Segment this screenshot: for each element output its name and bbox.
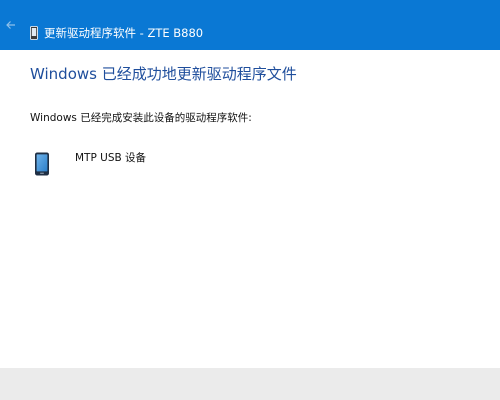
window-title: 更新驱动程序软件 - ZTE B880 [44, 26, 204, 40]
installed-device: MTP USB 设备 [30, 146, 330, 182]
back-button[interactable] [0, 0, 22, 50]
back-arrow-icon [6, 21, 15, 29]
completion-message: Windows 已经完成安装此设备的驱动程序软件: [30, 112, 252, 124]
footer-bar [0, 368, 500, 400]
mobile-device-icon [35, 152, 49, 176]
phone-icon [30, 26, 38, 40]
update-driver-window: 更新驱动程序软件 - ZTE B880 Windows 已经成功地更新驱动程序文… [0, 0, 500, 400]
device-name: MTP USB 设备 [75, 152, 147, 164]
page-heading: Windows 已经成功地更新驱动程序文件 [30, 65, 297, 83]
title-bar: 更新驱动程序软件 - ZTE B880 [0, 0, 500, 50]
